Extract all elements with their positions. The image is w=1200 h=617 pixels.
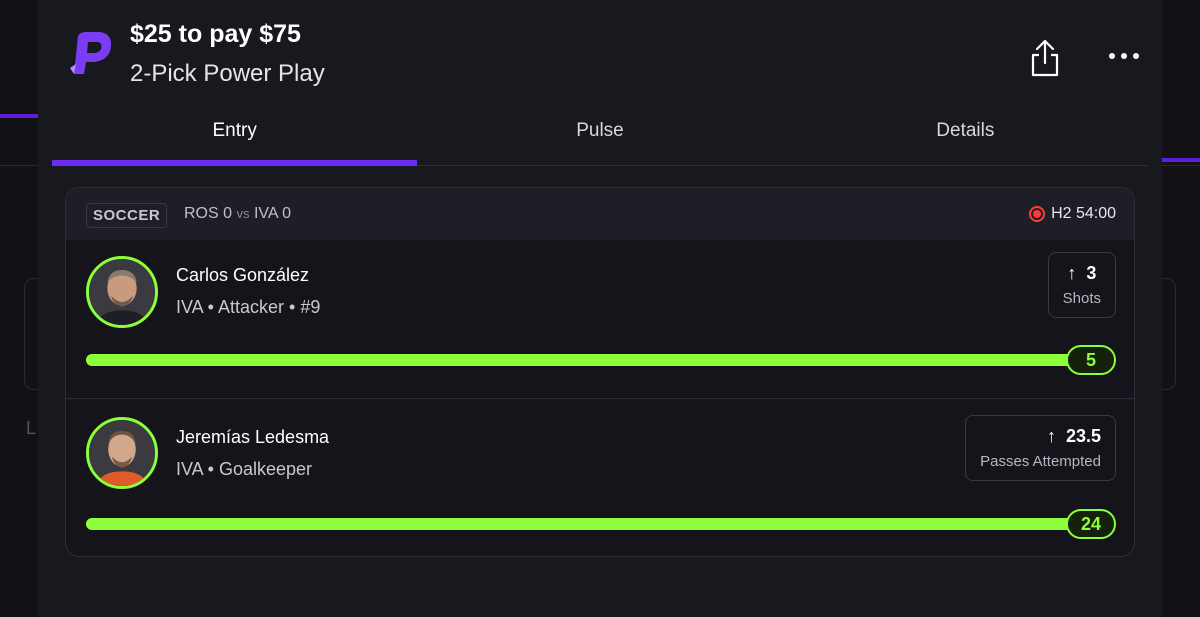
entry-tabs: Entry Pulse Details — [52, 100, 1148, 166]
player-meta: IVA • Goalkeeper — [176, 459, 313, 479]
progress-fill — [86, 354, 1086, 366]
progress-fill — [86, 518, 1086, 530]
stat-line-value: 3 — [1086, 263, 1097, 283]
background-tab-underline — [0, 114, 40, 118]
tab-pulse[interactable]: Pulse — [417, 100, 782, 165]
progress-bar — [86, 518, 1086, 530]
team2-name: IVA — [253, 205, 278, 222]
stat-projection: ↑ 3 Shots — [1047, 252, 1116, 318]
player-meta: IVA • Attacker • #9 — [176, 297, 321, 317]
live-record-icon — [1029, 206, 1046, 222]
stat-type-label: Shots — [1062, 290, 1101, 307]
background-divider — [0, 165, 40, 166]
game-card-header: SOCCER ROS 0 vs IVA 0 H2 54:00 — [66, 188, 1134, 240]
player-avatar — [86, 256, 158, 328]
background-divider-right — [1160, 165, 1200, 166]
arrow-up-icon: ↑ — [1046, 426, 1056, 446]
prizepicks-logo-icon — [70, 32, 112, 74]
entry-subtitle: 2-Pick Power Play — [130, 60, 325, 87]
stat-projection: ↑ 23.5 Passes Attempted — [965, 415, 1116, 481]
game-clock: H2 54:00 — [1029, 205, 1116, 223]
arrow-up-icon: ↑ — [1067, 263, 1077, 283]
player-photo — [89, 420, 155, 486]
background-tab-underline-right — [1160, 158, 1200, 162]
player-name: Carlos González — [176, 265, 310, 285]
entry-header: $25 to pay $75 2-Pick Power Play — [38, 0, 1162, 100]
pick-row[interactable]: Carlos González IVA • Attacker • #9 ↑ 3 S… — [66, 240, 1134, 400]
team1-name: ROS — [184, 205, 219, 222]
tab-entry[interactable]: Entry — [52, 100, 418, 166]
more-horizontal-icon[interactable] — [1104, 44, 1144, 68]
share-icon[interactable] — [1028, 38, 1062, 78]
player-name: Jeremías Ledesma — [176, 427, 330, 447]
background-text-fragment: L — [26, 418, 37, 438]
sport-badge: SOCCER — [86, 203, 168, 228]
current-stat-value: 24 — [1066, 509, 1116, 539]
pick-row[interactable]: Jeremías Ledesma IVA • Goalkeeper ↑ 23.5 … — [66, 398, 1134, 556]
team1-score: 0 — [223, 205, 233, 222]
player-avatar — [86, 417, 158, 489]
game-card: SOCCER ROS 0 vs IVA 0 H2 54:00 Carlos Go… — [65, 187, 1135, 557]
current-stat-value: 5 — [1066, 345, 1116, 375]
vs-label: vs — [236, 206, 250, 221]
stat-type-label: Passes Attempted — [980, 453, 1101, 470]
game-score: ROS 0 vs IVA 0 — [184, 205, 291, 223]
team2-score: 0 — [282, 205, 292, 222]
entry-title: $25 to pay $75 — [130, 20, 301, 48]
clock-text: H2 54:00 — [1051, 205, 1116, 222]
progress-bar — [86, 354, 1086, 366]
player-photo — [89, 259, 155, 325]
tab-details[interactable]: Details — [783, 100, 1148, 165]
stat-line-value: 23.5 — [1065, 426, 1101, 446]
entry-sheet: $25 to pay $75 2-Pick Power Play Entry P… — [38, 0, 1162, 617]
